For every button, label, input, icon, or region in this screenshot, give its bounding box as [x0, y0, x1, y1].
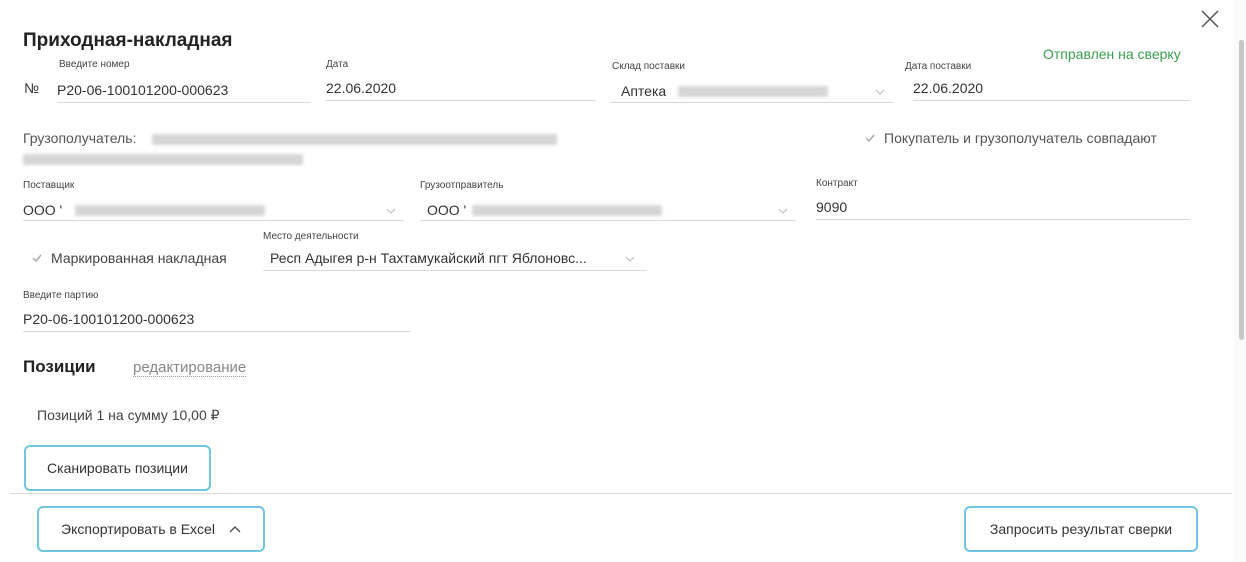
place-label: Место деятельности: [263, 231, 359, 242]
date-input[interactable]: 22.06.2020: [326, 80, 596, 101]
marked-invoice-checkbox-label[interactable]: Маркированная накладная: [51, 250, 227, 266]
redacted-text: [23, 154, 303, 165]
shipper-value: ООО ': [427, 202, 467, 218]
shipper-label: Грузоотправитель: [420, 180, 504, 191]
number-prefix: №: [24, 80, 40, 96]
delivery-date-label: Дата поставки: [905, 61, 972, 72]
scrollbar-thumb[interactable]: [1239, 40, 1244, 340]
date-label: Дата: [326, 59, 349, 70]
close-icon[interactable]: [1197, 6, 1223, 32]
same-buyer-checkbox-label[interactable]: Покупатель и грузополучатель совпадают: [884, 130, 1157, 146]
redacted-text: [75, 205, 265, 216]
footer-divider: [10, 493, 1232, 494]
checkmark-icon[interactable]: [31, 252, 43, 264]
positions-title: Позиции: [23, 357, 96, 376]
chevron-down-icon: [386, 208, 396, 214]
export-excel-button[interactable]: Экспортировать в Excel: [37, 506, 265, 552]
chevron-up-icon: [229, 526, 241, 533]
consignee-label: Грузополучатель:: [23, 130, 137, 146]
contract-input[interactable]: 9090: [816, 199, 1190, 220]
number-input[interactable]: P20-06-100101200-000623: [57, 82, 311, 103]
positions-summary: Позиций 1 на сумму 10,00 ₽: [37, 407, 220, 423]
export-excel-label: Экспортировать в Excel: [61, 521, 215, 537]
shipper-select[interactable]: ООО ': [420, 200, 796, 221]
warehouse-label: Склад поставки: [612, 61, 685, 72]
status-label: Отправлен на сверку: [1043, 46, 1181, 62]
chevron-down-icon: [625, 256, 635, 262]
batch-label: Введите партию: [23, 290, 99, 301]
supplier-select[interactable]: ООО ': [23, 200, 404, 221]
supplier-label: Поставщик: [23, 180, 75, 191]
checkmark-icon[interactable]: [864, 132, 876, 144]
dialog-title: Приходная-накладная: [23, 30, 233, 51]
redacted-text: [472, 205, 662, 216]
redacted-text: [678, 86, 828, 97]
request-reconciliation-button[interactable]: Запросить результат сверки: [964, 506, 1198, 552]
chevron-down-icon: [778, 208, 788, 214]
redacted-text: [152, 134, 557, 145]
number-label: Введите номер: [59, 59, 130, 70]
supplier-value: ООО ': [23, 202, 63, 218]
chevron-down-icon: [875, 89, 885, 95]
warehouse-select[interactable]: Аптека: [610, 82, 893, 103]
contract-label: Контракт: [816, 178, 858, 189]
batch-input[interactable]: P20-06-100101200-000623: [23, 311, 410, 332]
delivery-date-input[interactable]: 22.06.2020: [913, 80, 1190, 101]
warehouse-value: Аптека: [621, 83, 667, 99]
place-value: Респ Адыгея р-н Тахтамукайский пгт Яблон…: [270, 250, 587, 266]
scan-positions-button[interactable]: Сканировать позиции: [24, 445, 211, 491]
place-select[interactable]: Респ Адыгея р-н Тахтамукайский пгт Яблон…: [263, 250, 647, 271]
edit-positions-link[interactable]: редактирование: [133, 359, 247, 377]
